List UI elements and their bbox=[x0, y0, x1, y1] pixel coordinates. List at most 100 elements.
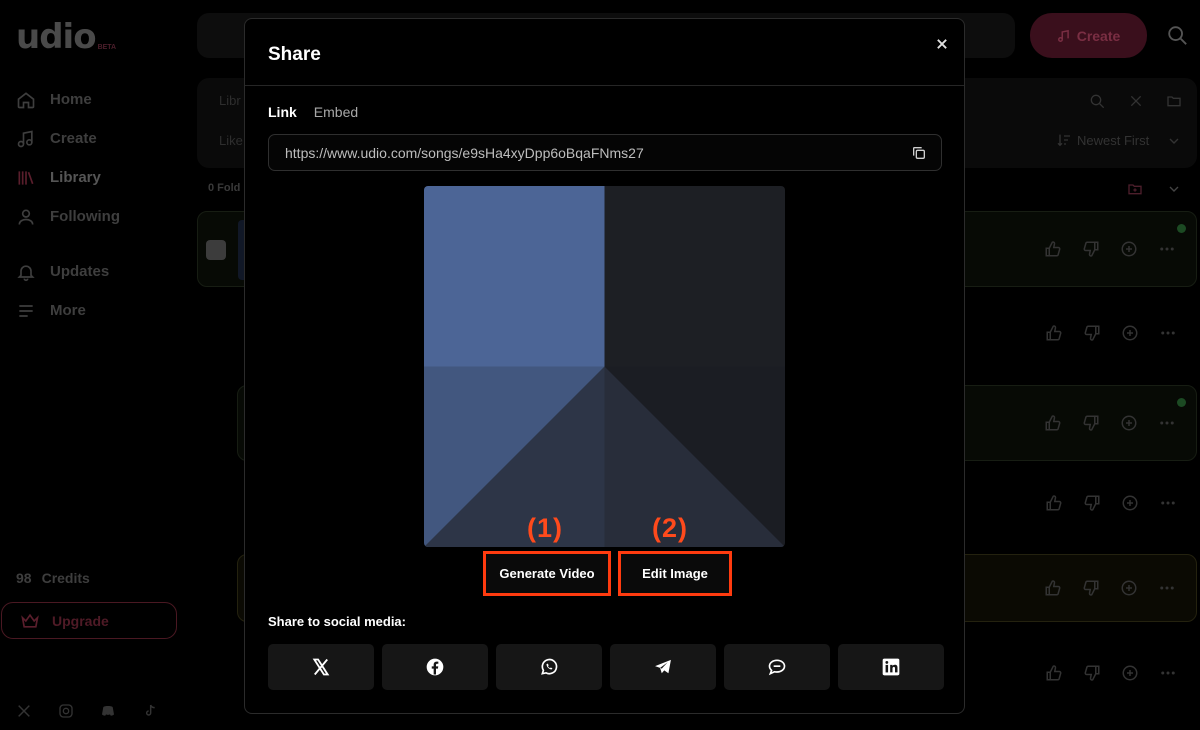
row-actions bbox=[1044, 414, 1176, 432]
row-actions bbox=[1045, 664, 1177, 682]
divider bbox=[245, 85, 964, 86]
annotation-label-2: (2) bbox=[652, 513, 688, 543]
add-icon[interactable] bbox=[1120, 414, 1138, 432]
row-actions bbox=[1045, 324, 1177, 342]
social-share-buttons bbox=[268, 644, 944, 690]
row-actions bbox=[1045, 494, 1177, 512]
add-icon[interactable] bbox=[1120, 579, 1138, 597]
share-facebook-button[interactable] bbox=[382, 644, 488, 690]
share-dialog: Share Link Embed https://www.udio.com/so… bbox=[244, 18, 965, 714]
chevron-down-icon bbox=[1169, 138, 1179, 144]
thumbs-up-icon[interactable] bbox=[1045, 664, 1063, 682]
more-options-icon[interactable] bbox=[1159, 664, 1177, 682]
folders-count: 0 Fold bbox=[208, 182, 241, 194]
share-link-url: https://www.udio.com/songs/e9sHa4xyDpp6o… bbox=[285, 145, 644, 161]
folder-icon[interactable] bbox=[1166, 93, 1182, 109]
thumbs-up-icon[interactable] bbox=[1044, 240, 1062, 258]
sidebar-item-label: Following bbox=[50, 208, 120, 225]
share-linkedin-button[interactable] bbox=[838, 644, 944, 690]
crown-icon bbox=[21, 613, 39, 628]
menu-icon bbox=[19, 304, 33, 317]
add-icon[interactable] bbox=[1121, 324, 1139, 342]
annotation-label-1: (1) bbox=[527, 513, 563, 543]
edit-image-button[interactable]: Edit Image bbox=[618, 551, 732, 596]
dialog-title: Share bbox=[268, 44, 321, 65]
share-whatsapp-button[interactable] bbox=[496, 644, 602, 690]
music-note-icon bbox=[17, 129, 33, 147]
more-options-icon[interactable] bbox=[1158, 240, 1176, 258]
add-icon[interactable] bbox=[1121, 494, 1139, 512]
sort-dropdown[interactable]: Newest First bbox=[1077, 133, 1149, 148]
udio-logo[interactable]: udio BETA bbox=[16, 20, 116, 54]
footer-socials bbox=[16, 703, 158, 719]
search-icon[interactable] bbox=[1166, 24, 1188, 46]
share-x-button[interactable] bbox=[268, 644, 374, 690]
thumbs-down-icon[interactable] bbox=[1082, 240, 1100, 258]
tab-embed[interactable]: Embed bbox=[314, 104, 358, 120]
sidebar-item-label: Home bbox=[50, 91, 92, 108]
facebook-icon bbox=[426, 658, 444, 676]
more-options-icon[interactable] bbox=[1159, 324, 1177, 342]
person-icon bbox=[18, 209, 34, 225]
library-icon bbox=[18, 170, 34, 185]
music-note-icon bbox=[1057, 29, 1069, 42]
close-icon[interactable] bbox=[1128, 93, 1144, 109]
close-icon[interactable] bbox=[932, 34, 952, 54]
row-checkbox[interactable] bbox=[206, 240, 226, 260]
thumbs-down-icon[interactable] bbox=[1083, 494, 1101, 512]
credits-label: Credits bbox=[41, 570, 90, 586]
copy-icon[interactable] bbox=[911, 145, 927, 161]
thumbs-up-icon[interactable] bbox=[1044, 414, 1062, 432]
thumbs-up-icon[interactable] bbox=[1045, 324, 1063, 342]
generate-video-button[interactable]: Generate Video bbox=[483, 551, 611, 596]
create-button-label: Create bbox=[1076, 27, 1121, 44]
linkedin-icon bbox=[882, 658, 900, 676]
thumbs-up-icon[interactable] bbox=[1044, 579, 1062, 597]
tiktok-icon[interactable] bbox=[142, 703, 158, 719]
share-telegram-button[interactable] bbox=[610, 644, 716, 690]
add-folder-icon[interactable] bbox=[1127, 181, 1143, 197]
home-icon bbox=[17, 91, 35, 108]
upgrade-button[interactable]: Upgrade bbox=[1, 602, 177, 639]
sidebar-item-library[interactable]: Library bbox=[16, 158, 186, 197]
instagram-icon[interactable] bbox=[58, 703, 74, 719]
search-icon[interactable] bbox=[1089, 93, 1105, 109]
thumbs-down-icon[interactable] bbox=[1082, 579, 1100, 597]
create-button[interactable]: Create bbox=[1030, 13, 1147, 58]
sidebar-item-more[interactable]: More bbox=[16, 291, 186, 330]
social-share-heading: Share to social media: bbox=[268, 614, 406, 629]
share-link-field[interactable]: https://www.udio.com/songs/e9sHa4xyDpp6o… bbox=[268, 134, 942, 171]
thumbs-down-icon[interactable] bbox=[1082, 414, 1100, 432]
liked-filter-text: Like bbox=[219, 133, 243, 148]
telegram-icon bbox=[655, 659, 671, 674]
row-actions bbox=[1044, 240, 1176, 258]
sidebar-item-label: Updates bbox=[50, 263, 110, 280]
sidebar-item-updates[interactable]: Updates bbox=[16, 252, 186, 291]
tab-link[interactable]: Link bbox=[268, 104, 297, 120]
x-icon[interactable] bbox=[16, 703, 32, 719]
add-icon[interactable] bbox=[1121, 664, 1139, 682]
more-options-icon[interactable] bbox=[1158, 414, 1176, 432]
add-icon[interactable] bbox=[1120, 240, 1138, 258]
upgrade-label: Upgrade bbox=[52, 612, 109, 629]
more-options-icon[interactable] bbox=[1159, 494, 1177, 512]
chevron-down-icon[interactable] bbox=[1166, 181, 1182, 197]
thumbs-down-icon[interactable] bbox=[1083, 664, 1101, 682]
sort-icon bbox=[1057, 134, 1070, 147]
more-options-icon[interactable] bbox=[1158, 579, 1176, 597]
sidebar-nav: Home Create Library Following Updates Mo… bbox=[16, 80, 186, 330]
chat-bubble-icon bbox=[768, 659, 786, 676]
discord-icon[interactable] bbox=[100, 703, 116, 719]
library-filter-text: Libr bbox=[219, 93, 241, 108]
credits-count: 98 bbox=[16, 570, 32, 586]
sidebar-item-home[interactable]: Home bbox=[16, 80, 186, 119]
sidebar-item-following[interactable]: Following bbox=[16, 197, 186, 236]
logo-text: udio bbox=[16, 17, 97, 57]
share-tabs: Link Embed bbox=[268, 104, 358, 120]
whatsapp-icon bbox=[541, 658, 558, 675]
beta-badge: BETA bbox=[97, 44, 117, 51]
share-message-button[interactable] bbox=[724, 644, 830, 690]
thumbs-up-icon[interactable] bbox=[1045, 494, 1063, 512]
sidebar-item-create[interactable]: Create bbox=[16, 119, 186, 158]
thumbs-down-icon[interactable] bbox=[1083, 324, 1101, 342]
